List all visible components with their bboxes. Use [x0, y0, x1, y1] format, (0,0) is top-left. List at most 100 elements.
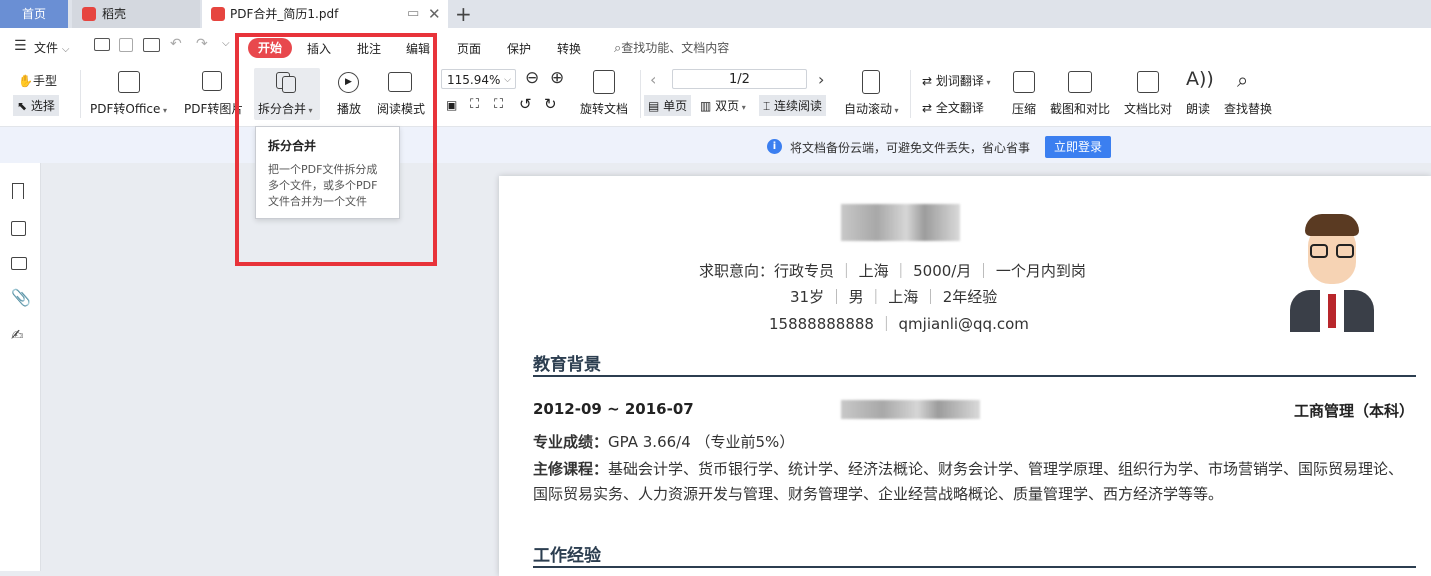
grade-line: 专业成绩：GPA 3.66/4 （专业前5%） [533, 433, 795, 451]
menu-file-label: 文件 [34, 41, 59, 55]
zoom-out-icon[interactable]: ⊖ [525, 68, 539, 88]
avatar-glasses-right [1336, 244, 1354, 258]
screenshot-compare-icon [1068, 71, 1092, 93]
chevron-down-icon: ⌵ [61, 44, 70, 55]
page-number-input[interactable]: 1/2 [672, 69, 807, 89]
next-page-icon[interactable]: › [818, 70, 824, 89]
bookmark-icon[interactable] [12, 183, 24, 199]
chevron-down-icon: ⌵ [504, 75, 511, 85]
login-button[interactable]: 立即登录 [1045, 136, 1111, 158]
open-folder-icon[interactable] [94, 38, 110, 51]
double-page-button[interactable]: ▥ 双页 ▾ [700, 97, 746, 114]
redo-icon[interactable]: ↷ [196, 36, 208, 52]
search-function[interactable]: ⌕查找功能、文档内容 [614, 39, 729, 56]
job-intent-line: 求职意向：行政专员 ｜ 上海 ｜ 5000/月 ｜ 一个月内到岗 [699, 262, 1086, 280]
save-icon[interactable] [119, 38, 133, 52]
word-translate-button[interactable]: ⇄ 划词翻译 ▾ [922, 72, 990, 89]
word-translate-label: 划词翻译 [935, 74, 984, 88]
tab-document-label: PDF合并_简历1.pdf [230, 7, 339, 21]
auto-scroll-label: 自动滚动 [844, 102, 893, 116]
compress-button[interactable]: 压缩 [1012, 100, 1036, 117]
rotate-left-icon[interactable]: ↺ [519, 95, 532, 113]
course-line-1: 主修课程：基础会计学、货币银行学、统计学、经济法概论、财务会计学、管理学原理、组… [533, 460, 1404, 478]
avatar-hair [1305, 214, 1359, 236]
tab-daoke-label: 稻壳 [102, 7, 127, 21]
continuous-read-icon: ⌶ [763, 99, 771, 113]
pdf-to-office-label: PDF转Office [90, 102, 161, 116]
hand-icon: ✋ [18, 74, 33, 88]
zoom-select[interactable]: 115.94% ⌵ [441, 69, 516, 89]
tab-home[interactable]: 首页 [0, 0, 68, 28]
education-period: 2012-09 ~ 2016-07 [533, 400, 694, 418]
highlight-annotation-box [235, 33, 437, 266]
toolbar-divider [910, 70, 911, 118]
menu-page[interactable]: 页面 [457, 40, 481, 57]
doc-compare-button[interactable]: 文档比对 [1124, 100, 1172, 117]
zoom-in-icon[interactable]: ⊕ [550, 68, 564, 88]
single-page-button[interactable]: ▤ 单页 [644, 95, 692, 116]
print-icon[interactable] [143, 38, 160, 52]
prev-page-icon[interactable]: ‹ [650, 70, 656, 89]
translate-icon: ⇄ [922, 74, 933, 88]
float-window-icon[interactable]: ▭ [407, 0, 419, 28]
hand-tool-label: 手型 [32, 74, 57, 88]
full-translate-icon: ⇄ [922, 101, 933, 115]
full-translate-button[interactable]: ⇄ 全文翻译 [922, 99, 984, 116]
find-replace-button[interactable]: 查找替换 [1224, 100, 1272, 117]
education-major: 工商管理（本科） [1294, 402, 1415, 420]
select-tool-label: 选择 [30, 99, 55, 113]
new-tab-icon[interactable]: + [455, 2, 472, 26]
notice-text: 将文档备份云端，可避免文件丢失，省心省事 [790, 141, 1031, 155]
daoke-logo-icon [82, 7, 96, 21]
read-aloud-icon: A)) [1186, 68, 1214, 90]
menu-protect[interactable]: 保护 [507, 40, 531, 57]
hamburger-icon[interactable]: ☰ [14, 38, 27, 54]
section-divider [533, 566, 1416, 568]
screenshot-compare-button[interactable]: 截图和对比 [1050, 100, 1110, 117]
continuous-read-label: 连续阅读 [774, 99, 823, 113]
rotate-document-icon [593, 70, 615, 94]
pdf-to-office-icon [118, 71, 140, 93]
avatar-glasses-left [1310, 244, 1328, 258]
full-translate-label: 全文翻译 [935, 101, 984, 115]
search-function-label: 查找功能、文档内容 [621, 41, 730, 55]
course-line-2: 国际贸易实务、人力资源开发与管理、财务管理学、企业经营战略概论、质量管理学、西方… [533, 485, 1224, 503]
tab-daoke[interactable]: 稻壳 [72, 0, 200, 28]
menu-convert[interactable]: 转换 [557, 40, 581, 57]
compress-icon [1013, 71, 1035, 93]
hand-tool[interactable]: ✋手型 [18, 72, 57, 89]
blurred-school [841, 400, 980, 419]
section-divider [533, 375, 1416, 377]
double-page-label: 双页 [715, 99, 740, 113]
actual-size-icon[interactable]: ▣ [446, 98, 457, 112]
contact-line: 15888888888 ｜ qmjianli@qq.com [769, 315, 1029, 333]
attachment-icon[interactable]: 📎 [11, 288, 31, 307]
continuous-read-button[interactable]: ⌶ 连续阅读 [759, 95, 827, 116]
undo-icon[interactable]: ↶ [170, 36, 182, 52]
signature-icon[interactable]: ✍ [11, 326, 24, 344]
pdf-to-image-button[interactable]: PDF转图片 [184, 100, 242, 117]
toolbar-divider [640, 70, 641, 118]
auto-scroll-button[interactable]: 自动滚动 ▾ [844, 100, 899, 117]
menu-file[interactable]: 文件 ⌵ [34, 39, 69, 56]
work-heading: 工作经验 [533, 546, 601, 566]
cursor-icon: ⬉ [17, 99, 28, 113]
double-page-icon: ▥ [700, 99, 712, 113]
thumbnail-icon[interactable] [11, 221, 26, 236]
fit-width-icon[interactable]: ⛶ [494, 97, 503, 112]
info-icon: i [767, 139, 782, 154]
rotate-right-icon[interactable]: ↻ [544, 95, 557, 113]
toolbar-divider [80, 70, 81, 118]
read-aloud-button[interactable]: 朗读 [1186, 100, 1210, 117]
comment-icon[interactable] [11, 257, 27, 270]
pdf-to-office-button[interactable]: PDF转Office ▾ [90, 100, 167, 117]
close-tab-icon[interactable]: ✕ [428, 0, 441, 28]
select-tool[interactable]: ⬉ 选择 [13, 95, 59, 116]
single-page-label: 单页 [663, 99, 688, 113]
rotate-document-button[interactable]: 旋转文档 [580, 100, 628, 117]
pdf-file-icon [211, 7, 225, 21]
tab-document[interactable]: PDF合并_简历1.pdf ▭ ✕ [202, 0, 448, 28]
fit-page-icon[interactable]: ⛶ [470, 97, 479, 112]
quick-access-dropdown-icon[interactable]: ⌵ [222, 38, 230, 49]
avatar-tie [1328, 294, 1336, 328]
